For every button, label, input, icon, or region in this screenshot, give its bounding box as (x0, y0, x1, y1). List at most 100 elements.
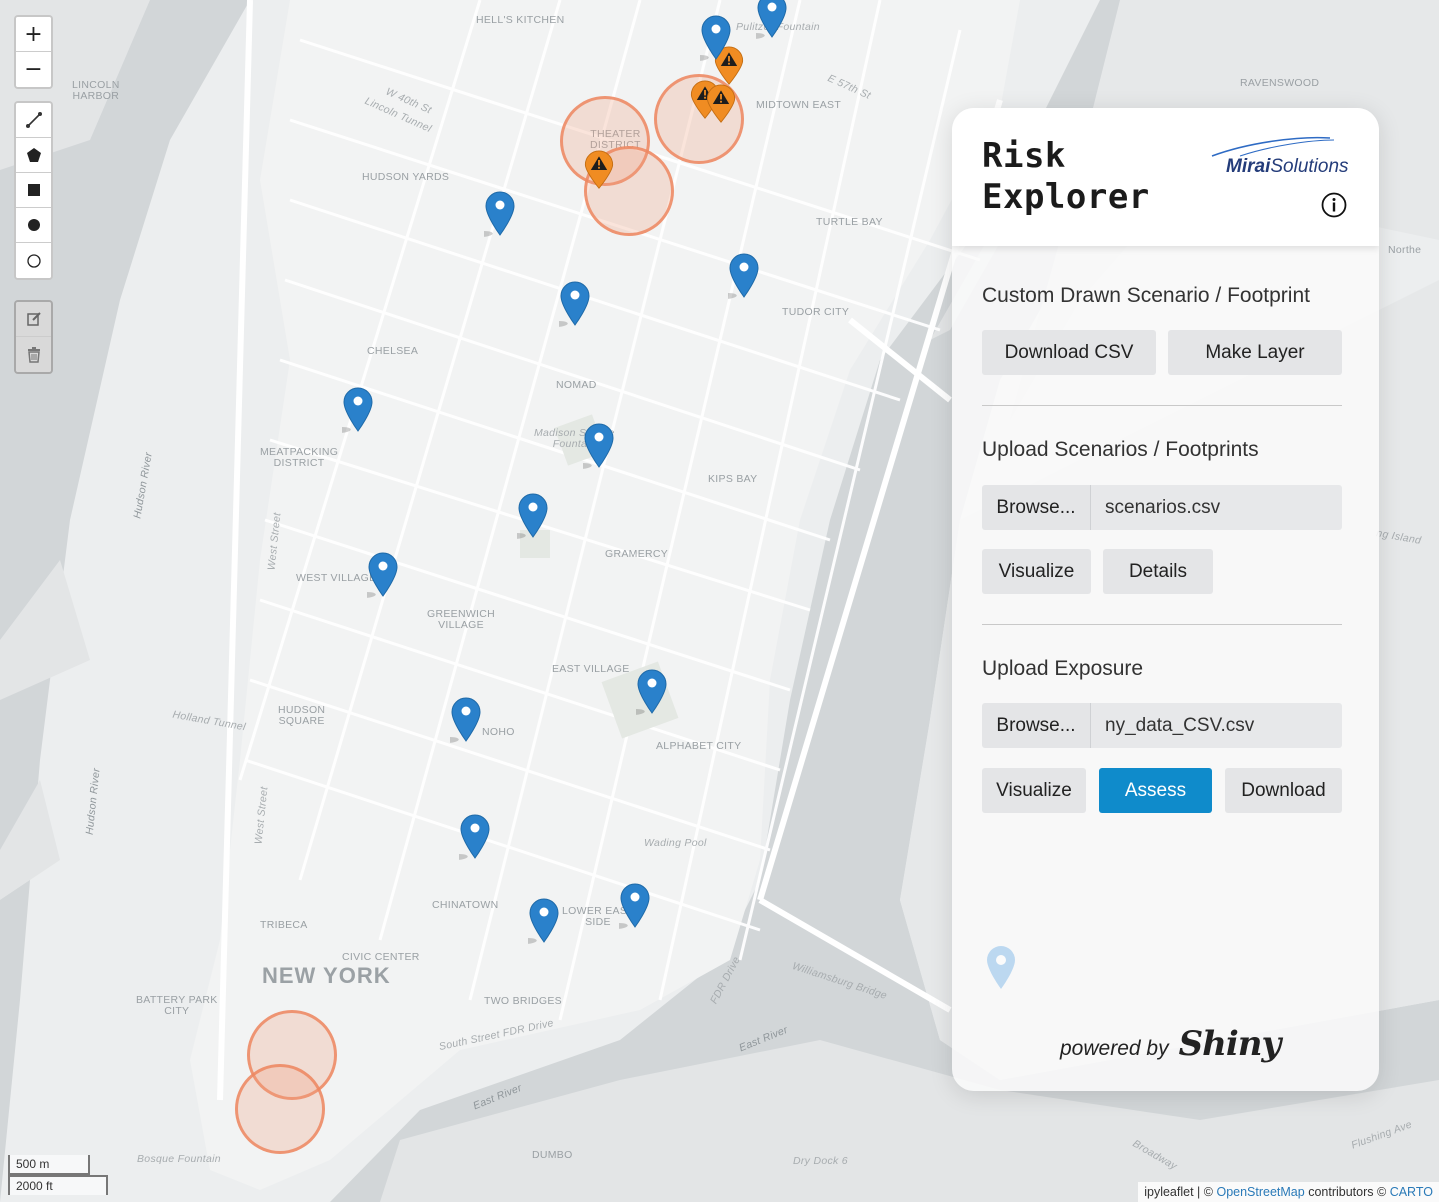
draw-circle-button[interactable] (16, 208, 51, 243)
edit-toolbar (14, 300, 53, 374)
map-pin-icon (484, 191, 515, 237)
map-label: Wading Pool (644, 837, 707, 849)
map-label: TURTLE BAY (816, 216, 883, 228)
map-label: HUDSON SQUARE (278, 704, 326, 727)
app-title: Risk Explorer (982, 136, 1150, 218)
visualize-scenarios-button[interactable]: Visualize (982, 549, 1091, 594)
map-pin-icon (517, 493, 548, 539)
exposure-marker[interactable] (756, 0, 788, 39)
exposure-marker[interactable] (342, 386, 374, 433)
exposure-marker[interactable] (459, 813, 491, 860)
edit-layers-button[interactable] (16, 302, 51, 337)
draw-circlemarker-button[interactable] (16, 243, 51, 278)
exposure-marker[interactable] (728, 252, 760, 299)
map-pin-icon (528, 898, 559, 944)
map-pin-icon (583, 423, 614, 469)
draw-rectangle-button[interactable] (16, 173, 51, 208)
divider (982, 624, 1342, 625)
attribution-contributors: contributors © (1308, 1185, 1387, 1199)
map-label: DUMBO (532, 1149, 573, 1161)
map-label: CHINATOWN (432, 899, 499, 911)
exposure-marker[interactable] (583, 422, 615, 469)
map-label: WEST VILLAGE (296, 572, 377, 584)
map-label: HUDSON YARDS (362, 171, 450, 183)
attribution-sep: | © (1197, 1185, 1213, 1199)
details-button[interactable]: Details (1103, 549, 1213, 594)
trash-icon (27, 346, 40, 363)
make-layer-button[interactable]: Make Layer (1168, 330, 1342, 375)
faded-marker-icon (987, 946, 1015, 989)
exposure-marker[interactable] (559, 280, 591, 327)
map-label: MEATPACKING DISTRICT (260, 446, 339, 469)
app-title-line2: Explorer (982, 177, 1150, 217)
exposure-marker[interactable] (450, 696, 482, 743)
assess-button[interactable]: Assess (1099, 768, 1212, 813)
attribution-carto-link[interactable]: CARTO (1390, 1185, 1433, 1199)
zoom-in-button[interactable]: + (16, 17, 51, 52)
browse-scenarios-button[interactable]: Browse... (982, 485, 1091, 530)
logo-text-bold: Mirai (1226, 156, 1271, 177)
zoom-control: + − (14, 15, 53, 89)
exposure-marker[interactable] (700, 14, 732, 61)
map-label: TWO BRIDGES (484, 995, 562, 1007)
app-title-line1: Risk (982, 136, 1066, 176)
map-pin-icon (700, 15, 731, 61)
map-label: RAVENSWOOD (1240, 77, 1320, 89)
download-button[interactable]: Download (1225, 768, 1342, 813)
browse-exposure-button[interactable]: Browse... (982, 703, 1091, 748)
exposure-marker[interactable] (367, 551, 399, 598)
powered-by-label: powered by (1060, 1037, 1169, 1060)
map-label: CIVIC CENTER (342, 951, 420, 963)
download-csv-button[interactable]: Download CSV (982, 330, 1156, 375)
circle-outline-icon (26, 253, 41, 268)
visualize-exposure-button[interactable]: Visualize (982, 768, 1086, 813)
map-label: ALPHABET CITY (656, 740, 742, 752)
map-label: GREENWICH VILLAGE (427, 608, 496, 631)
map-pin-icon (619, 883, 650, 929)
zoom-out-button[interactable]: − (16, 52, 51, 87)
map-pin-icon (756, 0, 787, 39)
map-pin-icon (459, 814, 490, 860)
map-pin-icon (450, 697, 481, 743)
scale-imperial: 2000 ft (8, 1175, 108, 1195)
scenarios-file-name: scenarios.csv (1091, 485, 1342, 530)
logo-swoosh-icon (1211, 136, 1335, 157)
exposure-marker[interactable] (517, 492, 549, 539)
draw-polygon-button[interactable] (16, 138, 51, 173)
attribution-osm-link[interactable]: OpenStreetMap (1216, 1185, 1304, 1199)
map-label: Bosque Fountain (137, 1153, 221, 1165)
logo-text-rest: Solutions (1270, 156, 1349, 177)
scenarios-file-input[interactable]: Browse... scenarios.csv (982, 485, 1342, 530)
exposure-marker[interactable] (636, 668, 668, 715)
polyline-icon (25, 112, 42, 128)
map-label: NOMAD (556, 379, 597, 391)
warning-marker-icon[interactable] (582, 150, 616, 190)
map-label: EAST VILLAGE (552, 663, 630, 675)
map-pin-icon (728, 253, 759, 299)
warning-marker-icon[interactable] (704, 84, 738, 124)
attribution-ipyleaflet[interactable]: ipyleaflet (1144, 1185, 1193, 1199)
mirai-solutions-logo[interactable]: MiraiSolutions (1210, 136, 1352, 180)
polygon-icon (26, 148, 41, 162)
map-label: Dry Dock 6 (793, 1155, 848, 1167)
map-label: HELL'S KITCHEN (476, 14, 565, 26)
rectangle-icon (27, 184, 40, 196)
exposure-file-input[interactable]: Browse... ny_data_CSV.csv (982, 703, 1342, 748)
section-upload-scenarios-title: Upload Scenarios / Footprints (982, 438, 1259, 461)
draw-polyline-button[interactable] (16, 103, 51, 138)
delete-layers-button[interactable] (16, 337, 51, 372)
map-label: TUDOR CITY (782, 306, 850, 318)
exposure-marker[interactable] (528, 897, 560, 944)
map-pin-icon (559, 281, 590, 327)
circle-icon (27, 219, 40, 231)
scenario-footprint-circle[interactable] (235, 1064, 325, 1154)
exposure-marker[interactable] (619, 882, 651, 929)
info-icon[interactable] (1321, 192, 1347, 218)
map-label: TRIBECA (260, 919, 308, 931)
exposure-marker[interactable] (484, 190, 516, 237)
map-label: MIDTOWN EAST (756, 99, 842, 111)
map-label: LINCOLN HARBOR (72, 79, 120, 102)
map-label: KIPS BAY (708, 473, 758, 485)
shiny-logo: Shiny (1178, 1024, 1282, 1064)
map-label: CHELSEA (367, 345, 419, 357)
